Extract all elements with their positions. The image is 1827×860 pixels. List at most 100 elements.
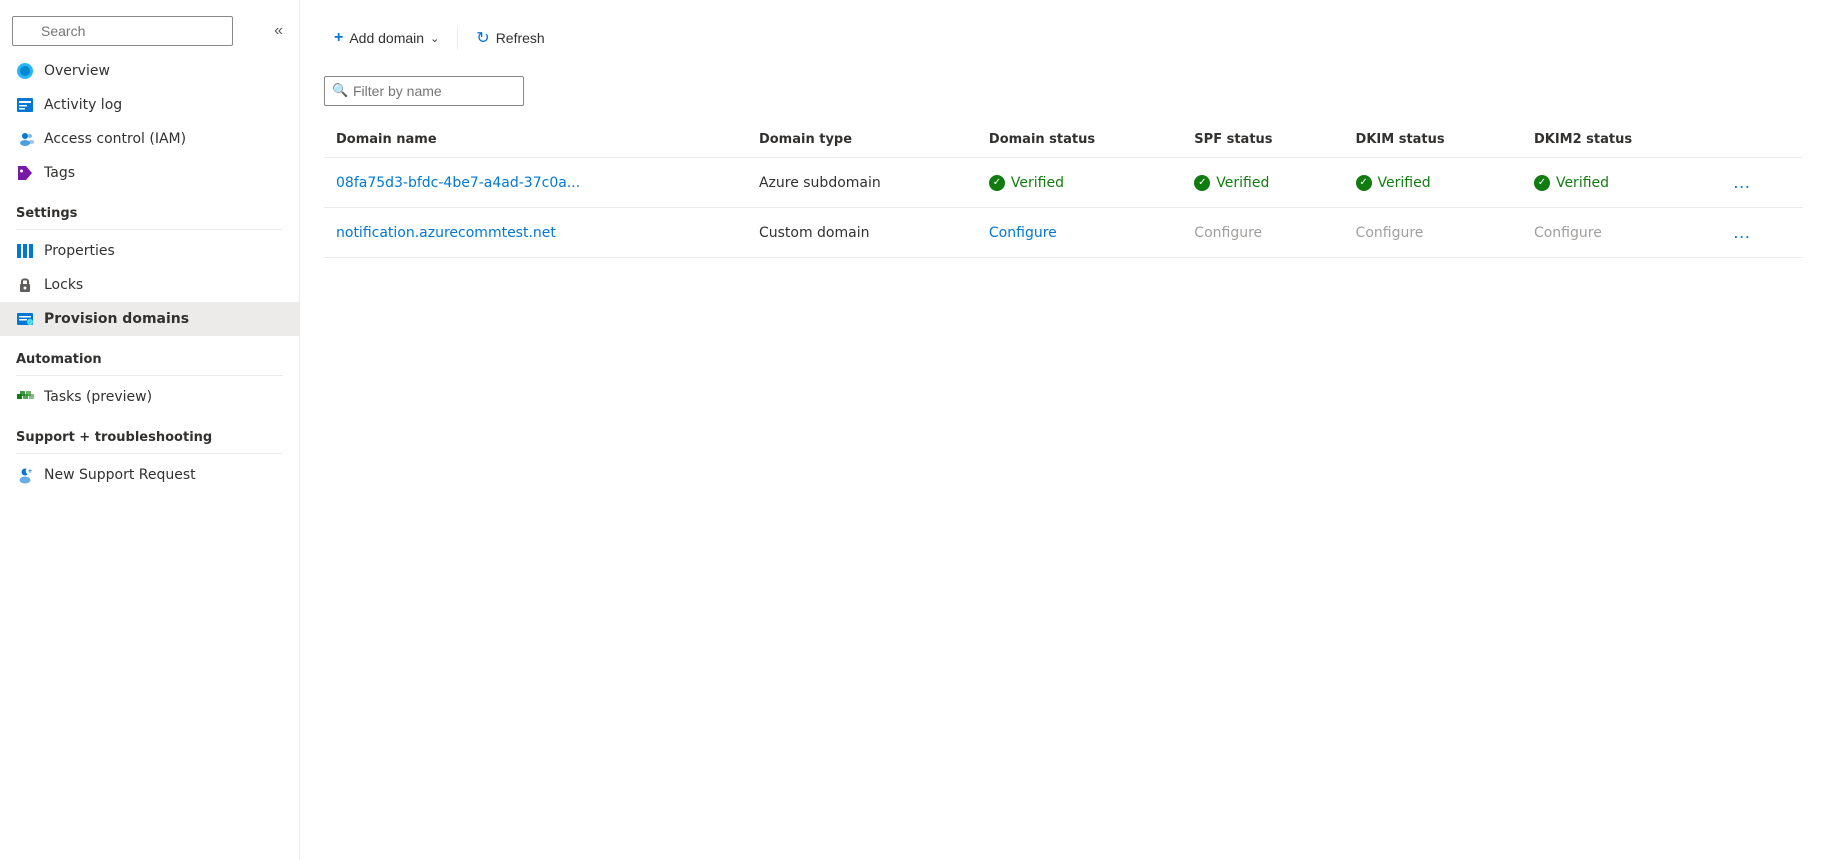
sidebar: 🔍 « Overview Activity log (0, 0, 300, 860)
add-icon: + (334, 29, 343, 47)
domain-status-verified: ✓ Verified (989, 175, 1170, 191)
provision-icon: ✓ (16, 310, 34, 328)
domain-name-cell: notification.azurecommtest.net (324, 208, 747, 258)
sidebar-item-tasks[interactable]: Tasks (preview) (0, 380, 299, 414)
table-row: notification.azurecommtest.net Custom do… (324, 208, 1803, 258)
spf-status-cell: ✓ Verified (1182, 158, 1343, 208)
sidebar-item-label: Properties (44, 243, 115, 259)
tasks-icon (16, 388, 34, 406)
refresh-icon: ↻ (476, 28, 489, 48)
chevron-down-icon: ⌄ (430, 32, 439, 45)
dkim-status-verified: ✓ Verified (1356, 175, 1510, 191)
support-section-header: Support + troubleshooting (0, 414, 299, 449)
sidebar-item-label: Access control (IAM) (44, 131, 186, 147)
toolbar-separator (457, 26, 458, 50)
dkim2-status-configure: Configure (1534, 225, 1602, 241)
col-domain-name: Domain name (324, 122, 747, 158)
dkim2-status-cell-2: Configure (1522, 208, 1715, 258)
spf-status-configure: Configure (1194, 225, 1262, 241)
search-wrapper: 🔍 (12, 16, 264, 46)
sidebar-item-overview[interactable]: Overview (0, 54, 299, 88)
sidebar-search-row: 🔍 « (0, 8, 299, 54)
actions-cell: … (1715, 158, 1803, 208)
settings-divider (16, 229, 283, 230)
col-domain-type: Domain type (747, 122, 977, 158)
row-more-button[interactable]: … (1727, 170, 1759, 195)
col-dkim-status: DKIM status (1344, 122, 1522, 158)
automation-section-header: Automation (0, 336, 299, 371)
sidebar-item-provision-domains[interactable]: ✓ Provision domains (0, 302, 299, 336)
sidebar-item-iam[interactable]: Access control (IAM) (0, 122, 299, 156)
sidebar-item-label: Tags (44, 165, 75, 181)
domain-name-link-2[interactable]: notification.azurecommtest.net (336, 225, 556, 241)
dkim2-status-cell: ✓ Verified (1522, 158, 1715, 208)
domain-name-cell: 08fa75d3-bfdc-4be7-a4ad-37c0a... (324, 158, 747, 208)
domain-name-link[interactable]: 08fa75d3-bfdc-4be7-a4ad-37c0a... (336, 175, 580, 191)
sidebar-item-label: Activity log (44, 97, 122, 113)
filter-bar: 🔍 (324, 76, 1803, 106)
domain-status-cell: ✓ Verified (977, 158, 1182, 208)
spf-status-verified: ✓ Verified (1194, 175, 1331, 191)
settings-section-header: Settings (0, 190, 299, 225)
toolbar: + Add domain ⌄ ↻ Refresh (324, 20, 1803, 56)
filter-input[interactable] (324, 76, 524, 106)
sidebar-item-label: Tasks (preview) (44, 389, 152, 405)
domain-type-cell-2: Custom domain (747, 208, 977, 258)
svg-text:✓: ✓ (28, 320, 31, 325)
dkim-status-text: Verified (1378, 175, 1431, 191)
filter-search-icon: 🔍 (332, 84, 348, 99)
dkim2-check-icon: ✓ (1534, 175, 1550, 191)
table-row: 08fa75d3-bfdc-4be7-a4ad-37c0a... Azure s… (324, 158, 1803, 208)
iam-icon (16, 130, 34, 148)
dkim2-status-verified: ✓ Verified (1534, 175, 1703, 191)
table-body: 08fa75d3-bfdc-4be7-a4ad-37c0a... Azure s… (324, 158, 1803, 258)
svg-text:+: + (27, 468, 32, 475)
sidebar-item-label: Provision domains (44, 311, 189, 327)
sidebar-item-tags[interactable]: Tags (0, 156, 299, 190)
sidebar-item-locks[interactable]: Locks (0, 268, 299, 302)
domain-status-cell-2: Configure (977, 208, 1182, 258)
col-spf-status: SPF status (1182, 122, 1343, 158)
actions-cell-2: … (1715, 208, 1803, 258)
spf-status-cell-2: Configure (1182, 208, 1343, 258)
add-domain-label: Add domain (349, 30, 424, 46)
tags-icon (16, 164, 34, 182)
sidebar-item-new-support[interactable]: + New Support Request (0, 458, 299, 492)
filter-wrapper: 🔍 (324, 76, 524, 106)
overview-icon (16, 62, 34, 80)
domain-type-cell: Azure subdomain (747, 158, 977, 208)
table-header: Domain name Domain type Domain status SP… (324, 122, 1803, 158)
col-dkim2-status: DKIM2 status (1522, 122, 1715, 158)
automation-divider (16, 375, 283, 376)
spf-check-icon: ✓ (1194, 175, 1210, 191)
col-domain-status: Domain status (977, 122, 1182, 158)
sidebar-item-activity-log[interactable]: Activity log (0, 88, 299, 122)
sidebar-item-label: Overview (44, 63, 110, 79)
sidebar-item-properties[interactable]: Properties (0, 234, 299, 268)
dkim-status-configure: Configure (1356, 225, 1424, 241)
domain-status-text: Verified (1011, 175, 1064, 191)
domains-table: Domain name Domain type Domain status SP… (324, 122, 1803, 258)
main-content: + Add domain ⌄ ↻ Refresh 🔍 Domain name D… (300, 0, 1827, 860)
support-divider (16, 453, 283, 454)
refresh-button[interactable]: ↻ Refresh (466, 20, 554, 56)
support-icon: + (16, 466, 34, 484)
dkim-status-cell: ✓ Verified (1344, 158, 1522, 208)
col-actions (1715, 122, 1803, 158)
domain-status-configure[interactable]: Configure (989, 225, 1057, 241)
verified-check-icon: ✓ (989, 175, 1005, 191)
refresh-label: Refresh (496, 30, 545, 46)
spf-status-text: Verified (1216, 175, 1269, 191)
locks-icon (16, 276, 34, 294)
dkim2-status-text: Verified (1556, 175, 1609, 191)
sidebar-item-label: Locks (44, 277, 83, 293)
add-domain-button[interactable]: + Add domain ⌄ (324, 21, 449, 55)
collapse-button[interactable]: « (270, 18, 287, 44)
row-more-button-2[interactable]: … (1727, 220, 1759, 245)
sidebar-item-label: New Support Request (44, 467, 196, 483)
activity-icon (16, 96, 34, 114)
dkim-check-icon: ✓ (1356, 175, 1372, 191)
table-header-row: Domain name Domain type Domain status SP… (324, 122, 1803, 158)
search-input[interactable] (12, 16, 233, 46)
dkim-status-cell-2: Configure (1344, 208, 1522, 258)
